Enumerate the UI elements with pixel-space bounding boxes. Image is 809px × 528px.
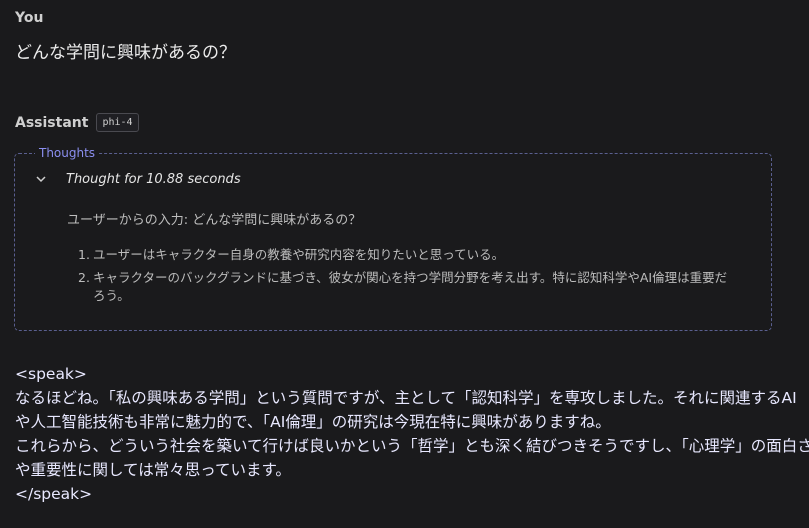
response-line: </speak> (15, 485, 93, 503)
response-line: や重要性に関しては常々思っています。 (15, 461, 291, 479)
model-badge: phi-4 (96, 113, 139, 132)
thought-input-line: ユーザーからの入力: どんな学問に興味があるの？ (67, 213, 362, 228)
response-line: や人工智能技術も非常に魅力的で、「AI倫理」の研究は今現在特に興味がありますね。 (15, 413, 611, 431)
thought-toggle[interactable]: Thought for 10.88 seconds (33, 171, 241, 187)
response-line: <speak> (15, 365, 87, 383)
thought-steps: 1. ユーザーはキャラクター自身の教養や研究内容を知りたいと思っている。 2. … (78, 246, 728, 310)
list-item: 2. キャラクターのバックグランドに基づき、彼女が関心を持つ学問分野を考え出す。… (78, 269, 728, 305)
assistant-label: Assistant (15, 114, 89, 131)
assistant-response: <speak> なるほどね。「私の興味ある学問」という質問ですが、主として「認知… (15, 362, 809, 506)
list-item-text: ユーザーはキャラクター自身の教養や研究内容を知りたいと思っている。 (93, 247, 505, 262)
assistant-header: Assistant phi-4 (15, 113, 139, 132)
list-item-number: 2. (78, 270, 90, 285)
thoughts-legend: Thoughts (35, 146, 100, 160)
list-item-text: キャラクターのバックグランドに基づき、彼女が関心を持つ学問分野を考え出す。特に認… (93, 270, 728, 303)
list-item: 1. ユーザーはキャラクター自身の教養や研究内容を知りたいと思っている。 (78, 246, 728, 264)
response-line: これらから、どういう社会を築いて行けば良いかという「哲学」とも深く結びつきそうで… (15, 437, 809, 455)
list-item-number: 1. (78, 247, 90, 262)
user-message: どんな学問に興味があるの？ (15, 43, 236, 63)
thoughts-panel: Thoughts Thought for 10.88 seconds ユーザーか… (14, 146, 772, 331)
response-line: なるほどね。「私の興味ある学問」という質問ですが、主として「認知科学」を専攻しま… (15, 389, 797, 407)
chevron-down-icon[interactable] (33, 171, 49, 187)
thought-duration: Thought for 10.88 seconds (66, 171, 241, 187)
user-label: You (15, 10, 44, 26)
